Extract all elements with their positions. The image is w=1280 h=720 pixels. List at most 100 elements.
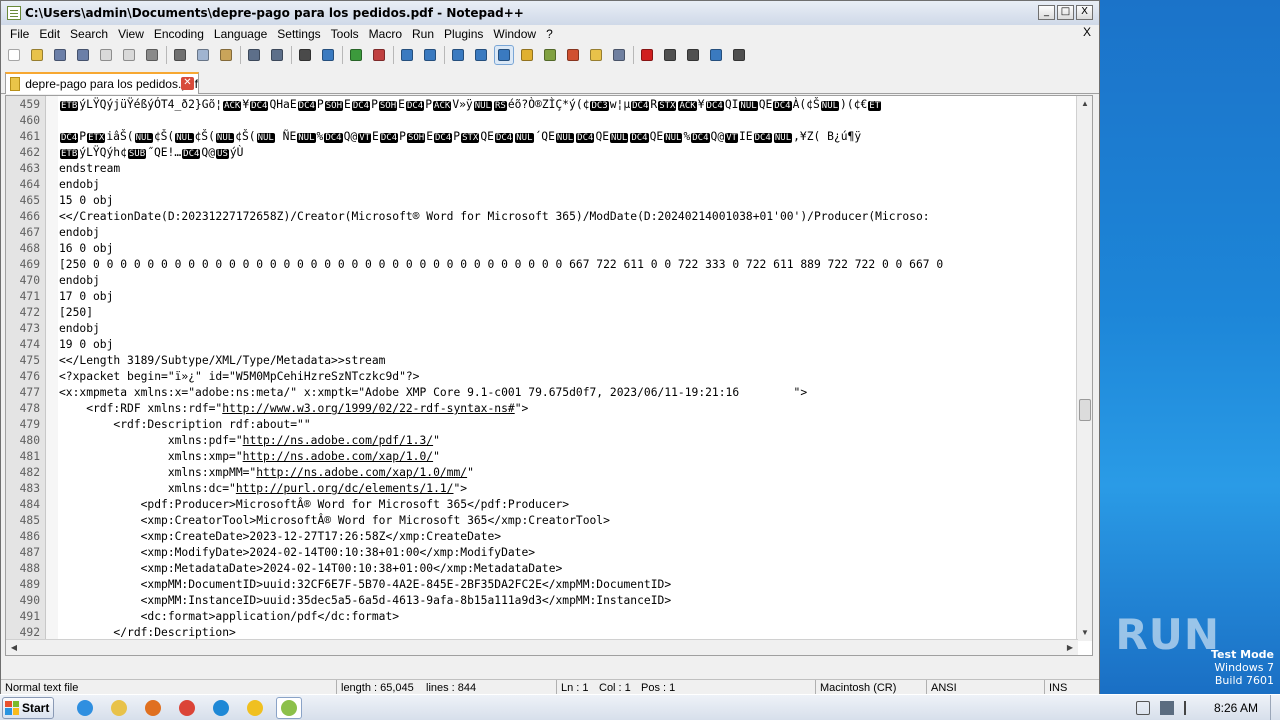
run-macro-multiple-icon[interactable]	[707, 46, 725, 64]
close-button[interactable]: X	[1076, 5, 1093, 20]
file-explorer-icon[interactable]	[106, 697, 132, 719]
stop-recording-icon[interactable]	[661, 46, 679, 64]
tab-close-icon[interactable]: ✕	[181, 77, 194, 90]
notepad-app-icon[interactable]	[7, 6, 21, 20]
undo-icon[interactable]	[245, 46, 263, 64]
code-line[interactable]: 472 [250]	[6, 305, 1078, 321]
show-all-chars-icon[interactable]	[472, 46, 490, 64]
new-file-icon[interactable]	[5, 46, 23, 64]
code-line[interactable]: 482 xmlns:xmpMM="http://ns.adobe.com/xap…	[6, 465, 1078, 481]
code-line[interactable]: 486 <xmp:CreateDate>2023-12-27T17:26:58Z…	[6, 529, 1078, 545]
code-line[interactable]: 473 endobj	[6, 321, 1078, 337]
menu-run[interactable]: Run	[407, 27, 439, 41]
internet-explorer-icon[interactable]	[72, 697, 98, 719]
code-line[interactable]: 484 <pdf:Producer>MicrosoftÂ® Word for M…	[6, 497, 1078, 513]
menu-plugins[interactable]: Plugins	[439, 27, 488, 41]
sync-vertical-icon[interactable]	[398, 46, 416, 64]
close-all-icon[interactable]	[120, 46, 138, 64]
code-line[interactable]: 459 ETB ýLŸQýjüŸéßýÓT4_ð2}Gõ¦ ACK ¥ DC4 QHaE DC…	[6, 97, 1078, 113]
code-line[interactable]: 485 <xmp:CreatorTool>MicrosoftÂ® Word fo…	[6, 513, 1078, 529]
url-link[interactable]: http://www.w3.org/1999/02/22-rdf-syntax-…	[222, 402, 514, 415]
code-line[interactable]: 479 <rdf:Description rdf:about=""	[6, 417, 1078, 433]
menu-help[interactable]: ?	[541, 27, 558, 41]
vertical-scroll-thumb[interactable]	[1079, 399, 1091, 421]
code-line[interactable]: 470 endobj	[6, 273, 1078, 289]
code-line[interactable]: 467 endobj	[6, 225, 1078, 241]
menu-encoding[interactable]: Encoding	[149, 27, 209, 41]
editor-pane[interactable]: 459 ETB ýLŸQýjüŸéßýÓT4_ð2}Gõ¦ ACK ¥ DC4 QHaE DC…	[5, 95, 1093, 656]
menu-language[interactable]: Language	[209, 27, 272, 41]
code-line[interactable]: 488 <xmp:MetadataDate>2024-02-14T00:10:3…	[6, 561, 1078, 577]
scroll-down-arrow-icon[interactable]: ▼	[1079, 627, 1091, 639]
print-icon[interactable]	[143, 46, 161, 64]
code-line[interactable]: 474 19 0 obj	[6, 337, 1078, 353]
show-desktop-button[interactable]	[1270, 695, 1280, 720]
playback-icon[interactable]	[684, 46, 702, 64]
maximize-button[interactable]: □	[1057, 5, 1074, 20]
indent-guide-icon[interactable]	[494, 45, 514, 65]
save-macro-icon[interactable]	[730, 46, 748, 64]
action-center-flag-icon[interactable]	[1183, 701, 1198, 715]
zoom-out-icon[interactable]	[370, 46, 388, 64]
code-line[interactable]: 464 endobj	[6, 177, 1078, 193]
doc-map-icon[interactable]	[541, 46, 559, 64]
udl-icon[interactable]	[518, 46, 536, 64]
code-line[interactable]: 466 <</CreationDate(D:20231227172658Z)/Cr…	[6, 209, 1078, 225]
sync-horizontal-icon[interactable]	[421, 46, 439, 64]
code-line[interactable]: 480 xmlns:pdf="http://ns.adobe.com/pdf/1…	[6, 433, 1078, 449]
save-icon[interactable]	[51, 46, 69, 64]
menu-file[interactable]: File	[5, 27, 34, 41]
scroll-right-arrow-icon[interactable]: ▶	[1064, 642, 1076, 654]
close-file-icon[interactable]	[97, 46, 115, 64]
code-line[interactable]: 460	[6, 113, 1078, 129]
monitoring-icon[interactable]	[610, 46, 628, 64]
scroll-up-arrow-icon[interactable]: ▲	[1079, 98, 1091, 110]
code-line[interactable]: 491 <dc:format>application/pdf</dc:forma…	[6, 609, 1078, 625]
volume-icon[interactable]	[1135, 701, 1150, 715]
menu-search[interactable]: Search	[65, 27, 113, 41]
code-line[interactable]: 487 <xmp:ModifyDate>2024-02-14T00:10:38+…	[6, 545, 1078, 561]
menu-window[interactable]: Window	[488, 27, 541, 41]
open-file-icon[interactable]	[28, 46, 46, 64]
code-line[interactable]: 477 <x:xmpmeta xmlns:x="adobe:ns:meta/" x…	[6, 385, 1078, 401]
clock[interactable]: 8:26 AM	[1214, 701, 1258, 715]
function-list-icon[interactable]	[564, 46, 582, 64]
minimize-button[interactable]: _	[1038, 5, 1055, 20]
copy-icon[interactable]	[194, 46, 212, 64]
code-line[interactable]: 475 <</Length 3189/Subtype/XML/Type/Metad…	[6, 353, 1078, 369]
code-line[interactable]: 476 <?xpacket begin="ï»¿" id="W5M0MpCehiH…	[6, 369, 1078, 385]
code-line[interactable]: 469 [250 0 0 0 0 0 0 0 0 0 0 0 0 0 0 0 0 …	[6, 257, 1078, 273]
tab-document[interactable]: depre-pago para los pedidos.pdf ✕	[5, 72, 199, 94]
menu-edit[interactable]: Edit	[34, 27, 65, 41]
menu-view[interactable]: View	[113, 27, 149, 41]
url-link[interactable]: http://purl.org/dc/elements/1.1/	[236, 482, 454, 495]
notepad-plus-plus-icon[interactable]	[276, 696, 302, 719]
menu-settings[interactable]: Settings	[272, 27, 325, 41]
menu-tools[interactable]: Tools	[326, 27, 364, 41]
scroll-left-arrow-icon[interactable]: ◀	[8, 642, 20, 654]
code-line[interactable]: 462 ETB ýLŸQýh¢ SUB ˝QE!… DC4 Q@ US ýÙ	[6, 145, 1078, 161]
horizontal-scrollbar[interactable]: ◀ ▶	[6, 639, 1078, 655]
replace-icon[interactable]	[319, 46, 337, 64]
code-line[interactable]: 468 16 0 obj	[6, 241, 1078, 257]
code-line[interactable]: 481 xmlns:xmp="http://ns.adobe.com/xap/1…	[6, 449, 1078, 465]
code-line[interactable]: 483 xmlns:dc="http://purl.org/dc/element…	[6, 481, 1078, 497]
chrome-icon[interactable]	[174, 697, 200, 719]
record-macro-icon[interactable]	[638, 46, 656, 64]
code-line[interactable]: 463 endstream	[6, 161, 1078, 177]
redo-icon[interactable]	[268, 46, 286, 64]
network-icon[interactable]	[1159, 701, 1174, 715]
vertical-scrollbar[interactable]: ▲ ▼	[1076, 96, 1092, 641]
menu-macro[interactable]: Macro	[364, 27, 407, 41]
word-wrap-icon[interactable]	[449, 46, 467, 64]
find-icon[interactable]	[296, 46, 314, 64]
title-bar[interactable]: C:\Users\admin\Documents\depre-pago para…	[1, 1, 1099, 25]
edge-icon[interactable]	[208, 697, 234, 719]
norton-icon[interactable]	[242, 697, 268, 719]
code-line[interactable]: 461 DC4 P ETX iâŠ(NUL ¢Š(NUL ¢Š(NUL ¢Š(NUL ÑE NU…	[6, 129, 1078, 145]
media-player-icon[interactable]	[140, 697, 166, 719]
code-line[interactable]: 465 15 0 obj	[6, 193, 1078, 209]
cut-icon[interactable]	[171, 46, 189, 64]
code-line[interactable]: 471 17 0 obj	[6, 289, 1078, 305]
paste-icon[interactable]	[217, 46, 235, 64]
